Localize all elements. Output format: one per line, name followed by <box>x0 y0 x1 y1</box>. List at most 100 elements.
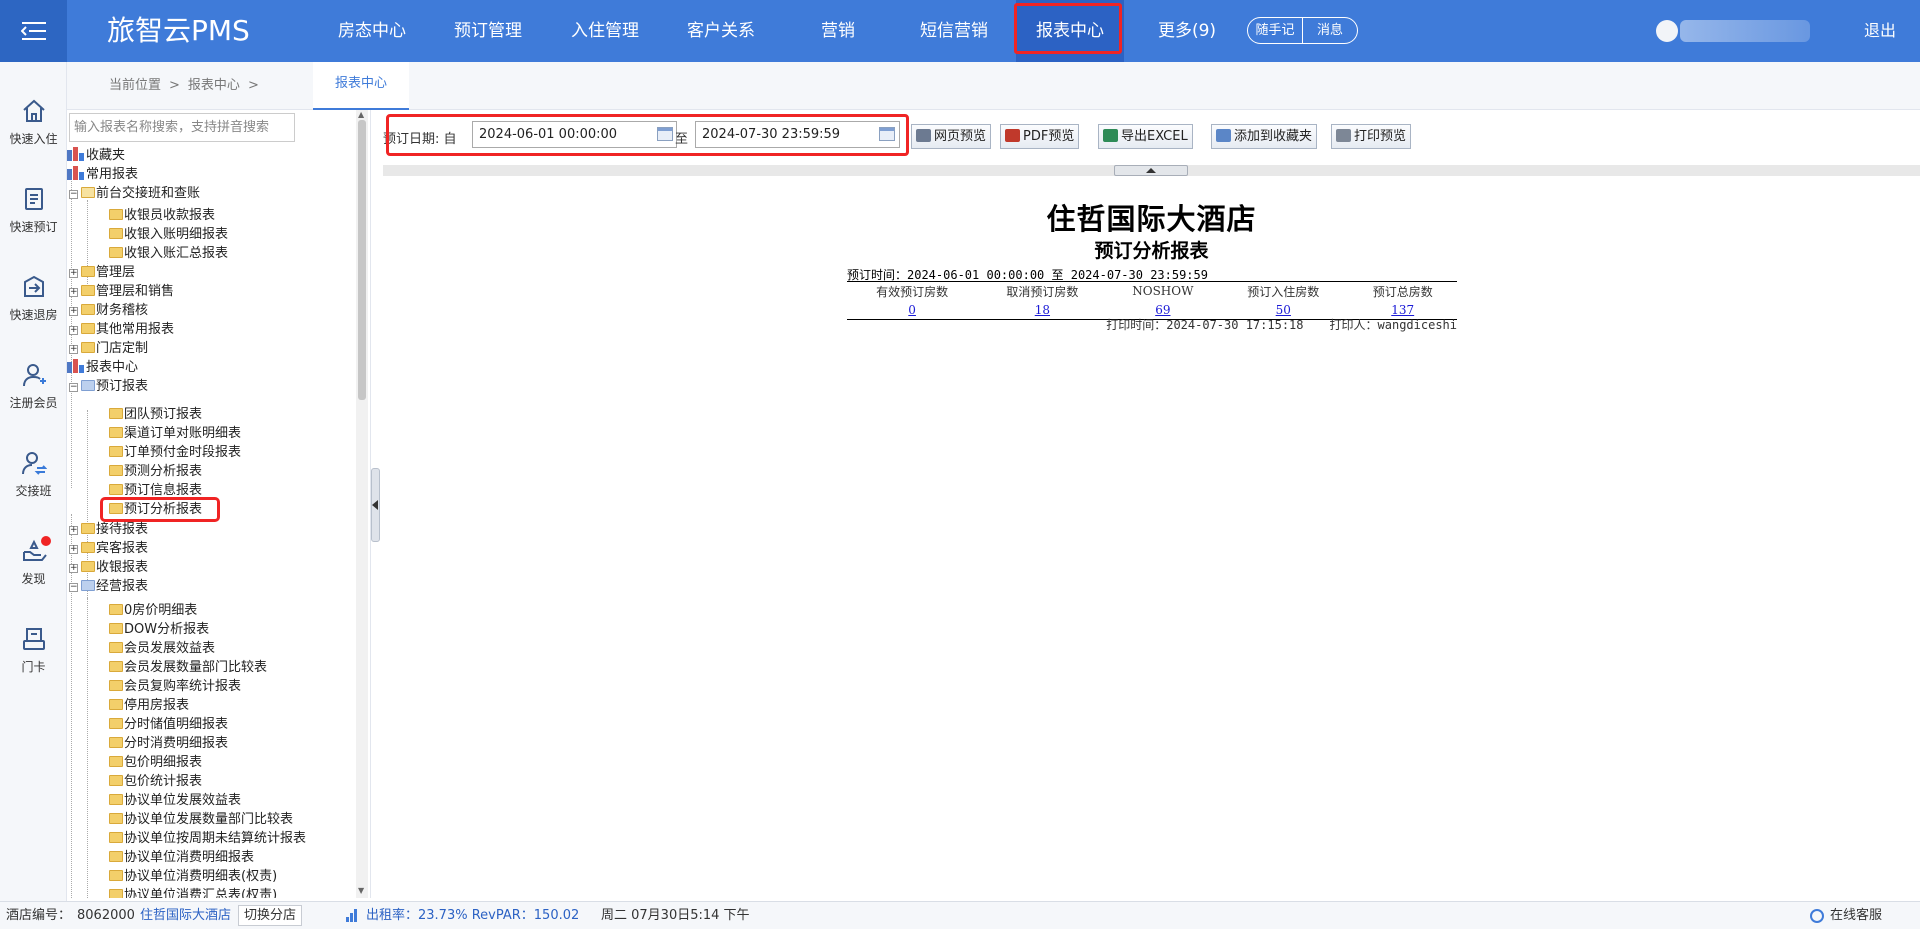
nav-report-center[interactable]: 报表中心 <box>1016 0 1124 62</box>
collapse-icon[interactable]: − <box>69 190 78 199</box>
valid-bookings-link[interactable]: 0 <box>908 303 916 317</box>
avatar[interactable] <box>1656 20 1678 42</box>
start-date-input[interactable] <box>472 121 677 148</box>
menu-toggle-button[interactable] <box>0 0 67 62</box>
tree-leaf[interactable]: DOW分析报表 <box>109 620 209 639</box>
end-date-input[interactable] <box>695 121 900 148</box>
tree-leaf[interactable]: 收银入账明细报表 <box>109 225 228 244</box>
tree-leaf[interactable]: 0房价明细表 <box>109 601 197 620</box>
sidebar-item-quick-checkout[interactable]: 快速退房 <box>0 274 67 323</box>
tree-node-guest[interactable]: + 宾客报表 <box>69 539 148 558</box>
collapse-toolbar-handle[interactable] <box>1114 165 1188 176</box>
scroll-down-icon[interactable]: ▼ <box>358 886 364 895</box>
sidebar-item-register-member[interactable]: 注册会员 <box>0 362 67 411</box>
tree-leaf[interactable]: 渠道订单对账明细表 <box>109 424 241 443</box>
expand-icon[interactable]: + <box>69 326 78 335</box>
nav-sms-marketing[interactable]: 短信营销 <box>900 0 1008 62</box>
sidebar-item-discover[interactable]: 发现 <box>0 536 67 587</box>
tree-node-common-reports[interactable]: 常用报表 <box>67 165 138 184</box>
scroll-up-icon[interactable]: ▲ <box>358 110 364 119</box>
tree-leaf[interactable]: 分时储值明细报表 <box>109 715 228 734</box>
breadcrumb-item-report-center[interactable]: 报表中心 <box>188 78 240 93</box>
tree-leaf[interactable]: 预测分析报表 <box>109 462 202 481</box>
tree-leaf[interactable]: 会员复购率统计报表 <box>109 677 241 696</box>
tree-node-management-sales[interactable]: + 管理层和销售 <box>69 282 174 301</box>
tree-leaf[interactable]: 团队预订报表 <box>109 405 202 424</box>
tree-node-booking-reports[interactable]: − 预订报表 <box>69 377 148 396</box>
expand-icon[interactable]: + <box>69 307 78 316</box>
report-icon <box>109 889 123 898</box>
tree-leaf[interactable]: 包价统计报表 <box>109 772 202 791</box>
tree-node-reception[interactable]: + 接待报表 <box>69 520 148 539</box>
collapse-icon[interactable]: − <box>69 383 78 392</box>
hotel-name-link[interactable]: 住哲国际大酒店 <box>140 902 231 929</box>
print-preview-button[interactable]: 打印预览 <box>1331 124 1412 149</box>
total-bookings-link[interactable]: 137 <box>1391 303 1414 317</box>
tree-leaf[interactable]: 协议单位消费明细报表 <box>109 848 254 867</box>
nav-reservations[interactable]: 预订管理 <box>434 0 542 62</box>
logout-button[interactable]: 退出 <box>1864 0 1896 62</box>
pdf-preview-button[interactable]: PDF预览 <box>1000 124 1080 149</box>
tree-leaf[interactable]: 协议单位按周期未结算统计报表 <box>109 829 306 848</box>
noshow-link[interactable]: 69 <box>1155 303 1170 317</box>
tree-node-other-common[interactable]: + 其他常用报表 <box>69 320 174 339</box>
web-preview-button[interactable]: 网页预览 <box>911 124 992 149</box>
tree-leaf[interactable]: 订单预付金时段报表 <box>109 443 241 462</box>
sidebar-item-quick-checkin[interactable]: 快速入住 <box>0 98 67 147</box>
tab-report-center[interactable]: 报表中心 <box>313 62 409 110</box>
nav-room-status[interactable]: 房态中心 <box>318 0 426 62</box>
tree-leaf[interactable]: 协议单位消费明细表(权责) <box>109 867 277 886</box>
tree-leaf[interactable]: 包价明细报表 <box>109 753 202 772</box>
expand-icon[interactable]: + <box>69 564 78 573</box>
messages-button[interactable]: 消息 <box>1303 18 1357 43</box>
tree-leaf-booking-analysis[interactable]: 预订分析报表 <box>109 500 202 519</box>
tree-node-management[interactable]: + 管理层 <box>69 263 135 282</box>
tree-leaf[interactable]: 停用房报表 <box>109 696 189 715</box>
expand-icon[interactable]: + <box>69 269 78 278</box>
tree-node-operations[interactable]: − 经营报表 <box>69 577 148 596</box>
tree-leaf[interactable]: 协议单位发展效益表 <box>109 791 241 810</box>
tree-leaf[interactable]: 协议单位消费汇总表(权责) <box>109 886 277 898</box>
notes-button[interactable]: 随手记 <box>1248 18 1303 43</box>
collapse-icon[interactable]: − <box>69 583 78 592</box>
tree-leaf[interactable]: 会员发展数量部门比较表 <box>109 658 267 677</box>
tree-leaf[interactable]: 分时消费明细报表 <box>109 734 228 753</box>
tree-node-label: 宾客报表 <box>96 541 149 556</box>
splitter-handle[interactable] <box>371 468 380 542</box>
tree-node-frontdesk-shift[interactable]: − 前台交接班和查账 <box>69 184 200 203</box>
expand-icon[interactable]: + <box>69 526 78 535</box>
online-service-button[interactable]: 在线客服 <box>1830 902 1882 929</box>
tree-leaf[interactable]: 收银入账汇总报表 <box>109 244 228 263</box>
tree-node-store-custom[interactable]: + 门店定制 <box>69 339 148 358</box>
sidebar-item-quick-booking[interactable]: 快速预订 <box>0 186 67 235</box>
tree-node-finance-audit[interactable]: + 财务稽核 <box>69 301 148 320</box>
export-excel-button[interactable]: 导出EXCEL <box>1098 124 1193 149</box>
occupancy-stats[interactable]: 出租率：23.73% RevPAR：150.02 <box>366 902 579 929</box>
expand-icon[interactable]: + <box>69 345 78 354</box>
tree-leaf[interactable]: 会员发展效益表 <box>109 639 215 658</box>
tree-leaf[interactable]: 预订信息报表 <box>109 481 202 500</box>
nav-checkin[interactable]: 入住管理 <box>551 0 659 62</box>
tree-scrollbar[interactable]: ▲ ▼ <box>356 110 368 898</box>
sidebar-item-shift-handover[interactable]: 交接班 <box>0 450 67 499</box>
expand-icon[interactable]: + <box>69 288 78 297</box>
cancelled-bookings-link[interactable]: 18 <box>1035 303 1050 317</box>
calendar-icon[interactable] <box>657 127 673 141</box>
add-favorite-button[interactable]: 添加到收藏夹 <box>1211 124 1318 149</box>
scrollbar-thumb[interactable] <box>358 120 366 400</box>
tree-leaf[interactable]: 收银员收款报表 <box>109 206 215 225</box>
sidebar-item-door-card[interactable]: 门卡 <box>0 626 67 675</box>
checkin-bookings-link[interactable]: 50 <box>1276 303 1291 317</box>
report-search-input[interactable] <box>69 113 295 142</box>
nav-crm[interactable]: 客户关系 <box>667 0 775 62</box>
tree-node-cashier[interactable]: + 收银报表 <box>69 558 148 577</box>
tree-node-label: 预订分析报表 <box>124 502 203 517</box>
expand-icon[interactable]: + <box>69 545 78 554</box>
tree-node-favorites[interactable]: 收藏夹 <box>67 146 125 165</box>
switch-store-button[interactable]: 切换分店 <box>238 905 303 926</box>
tree-leaf[interactable]: 协议单位发展数量部门比较表 <box>109 810 293 829</box>
calendar-icon[interactable] <box>879 127 895 141</box>
tree-node-report-center[interactable]: 报表中心 <box>67 358 138 377</box>
nav-more[interactable]: 更多(9) <box>1133 0 1241 62</box>
nav-marketing[interactable]: 营销 <box>784 0 892 62</box>
